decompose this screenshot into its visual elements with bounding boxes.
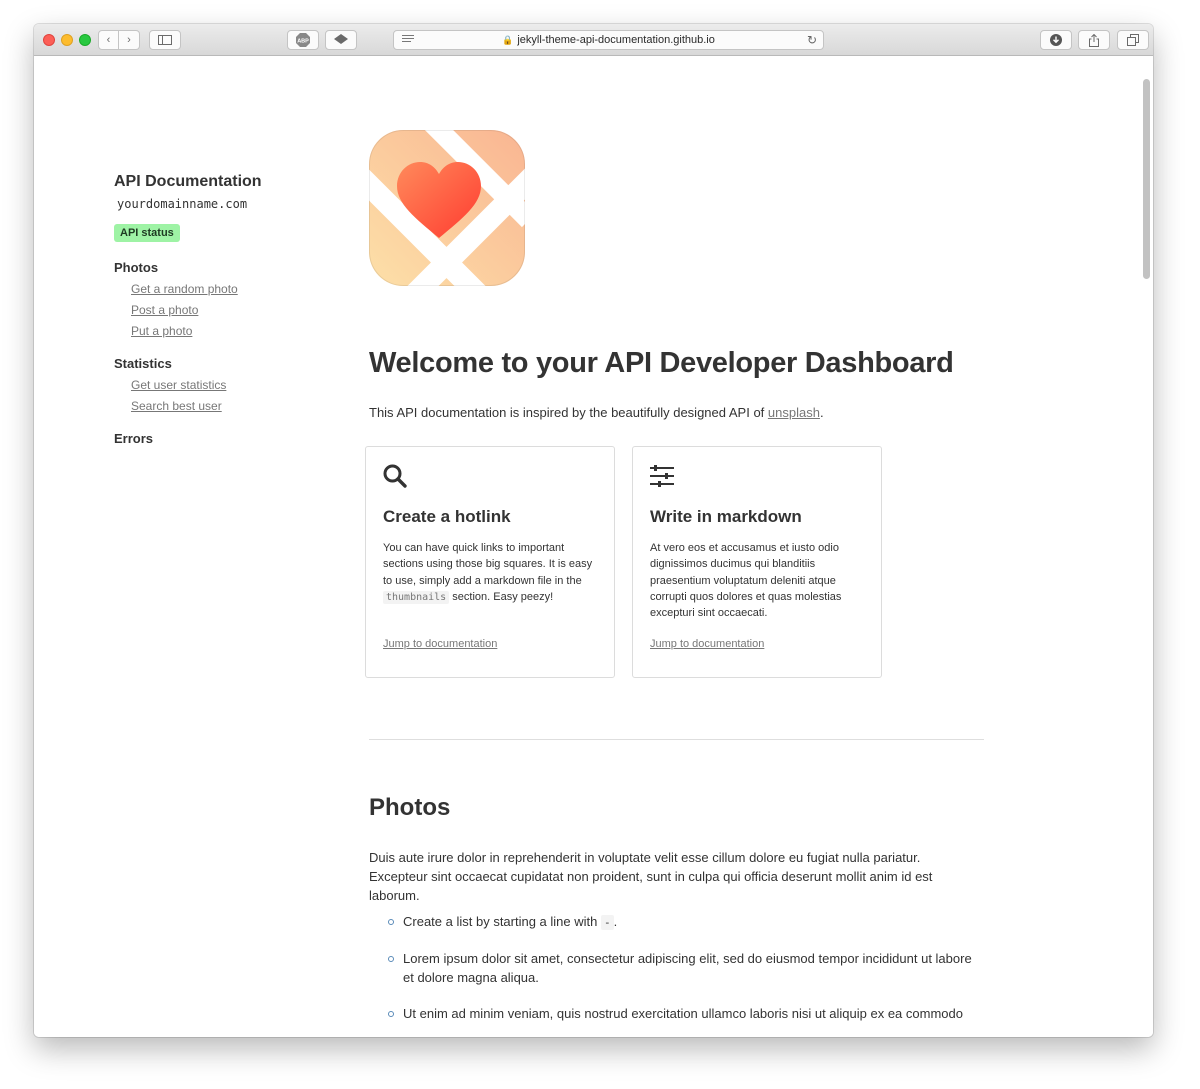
vertical-scrollbar[interactable] (1143, 79, 1150, 279)
nav-link-get-user-statistics[interactable]: Get user statistics (131, 378, 334, 392)
card-write-markdown[interactable]: Write in markdown At vero eos et accusam… (632, 446, 882, 678)
card-create-hotlink[interactable]: Create a hotlink You can have quick link… (365, 446, 615, 678)
inline-code: thumbnails (383, 590, 450, 604)
chevron-left-icon: ‹ (106, 33, 111, 46)
chevron-right-icon: › (127, 33, 131, 46)
page-content: API Documentation yourdomainname.com API… (34, 57, 1153, 1037)
sidebar: API Documentation yourdomainname.com API… (114, 173, 334, 446)
back-button[interactable]: ‹ (98, 30, 119, 50)
reader-icon[interactable] (402, 34, 414, 44)
section-text: Duis aute irure dolor in reprehenderit i… (369, 850, 933, 903)
sidebar-icon (158, 35, 172, 45)
card-title: Write in markdown (650, 507, 802, 526)
card-text: You can have quick links to important se… (383, 542, 593, 604)
share-button[interactable] (1078, 30, 1110, 50)
app-logo (369, 130, 525, 286)
close-window-button[interactable] (43, 34, 55, 46)
card-text: At vero eos et accusamus et iusto odio d… (650, 542, 842, 620)
url-text: jekyll-theme-api-documentation.github.io (517, 34, 715, 46)
extension-button[interactable] (325, 30, 357, 50)
nav-link-post-photo[interactable]: Post a photo (131, 303, 334, 317)
reload-icon[interactable]: ↻ (807, 33, 817, 47)
nav-link-search-best-user[interactable]: Search best user (131, 399, 334, 413)
search-icon (383, 464, 407, 488)
jump-to-documentation-link[interactable]: Jump to documentation (383, 638, 497, 650)
nav-section-errors[interactable]: Errors (114, 431, 334, 446)
bullet-list: Create a list by starting a line with -.… (369, 912, 984, 1037)
tabs-icon (1127, 34, 1139, 46)
download-icon (1050, 34, 1062, 46)
sidebar-toggle-button[interactable] (149, 30, 181, 50)
card-title: Create a hotlink (383, 507, 511, 526)
share-icon (1089, 33, 1099, 47)
nav-section-photos[interactable]: Photos (114, 260, 334, 275)
extension-icon (334, 34, 348, 44)
adblock-extension-button[interactable]: ABP (287, 30, 319, 50)
browser-window: ‹ › ABP 🔒 jekyll-theme-api-documentation… (34, 24, 1153, 1037)
address-bar[interactable]: 🔒 jekyll-theme-api-documentation.github.… (393, 30, 824, 50)
status-badge[interactable]: API status (114, 224, 180, 242)
downloads-button[interactable] (1040, 30, 1072, 50)
lock-icon: 🔒 (502, 34, 514, 45)
browser-toolbar: ‹ › ABP 🔒 jekyll-theme-api-documentation… (34, 24, 1153, 56)
intro-text: This API documentation is inspired by th… (369, 405, 824, 420)
nav-section-statistics[interactable]: Statistics (114, 356, 334, 371)
list-item: Ut enim ad minim veniam, quis nostrud ex… (369, 1004, 984, 1023)
page-title: Welcome to your API Developer Dashboard (369, 347, 954, 379)
site-title[interactable]: API Documentation (114, 173, 334, 191)
minimize-window-button[interactable] (61, 34, 73, 46)
list-item: Lorem ipsum dolor sit amet, consectetur … (369, 949, 984, 987)
section-title-photos: Photos (369, 794, 451, 821)
forward-button[interactable]: › (119, 30, 140, 50)
svg-text:ABP: ABP (297, 39, 309, 45)
tabs-overview-button[interactable] (1117, 30, 1149, 50)
sliders-icon (650, 465, 674, 487)
nav-link-put-photo[interactable]: Put a photo (131, 324, 334, 338)
jump-to-documentation-link[interactable]: Jump to documentation (650, 638, 764, 650)
adblock-icon: ABP (296, 33, 310, 47)
nav-link-get-random-photo[interactable]: Get a random photo (131, 282, 334, 296)
unsplash-link[interactable]: unsplash (768, 405, 820, 420)
section-divider (369, 739, 984, 740)
site-domain: yourdomainname.com (117, 197, 248, 211)
zoom-window-button[interactable] (79, 34, 91, 46)
inline-code: - (600, 915, 614, 930)
list-item: Create a list by starting a line with -. (369, 912, 984, 932)
